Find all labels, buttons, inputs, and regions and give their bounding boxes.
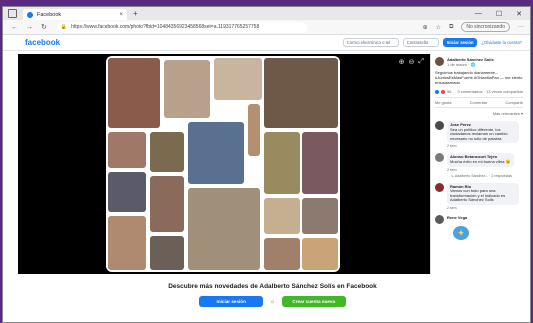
forgot-account-link[interactable]: ¿Olvidaste la cuenta? (481, 40, 522, 45)
address-bar-row: ← → ↻ 🔒 https://www.facebook.com/photo?f… (3, 20, 530, 35)
comment-meta: 2 sem (447, 205, 457, 210)
avatar[interactable] (435, 153, 444, 163)
create-account-button[interactable]: Crear cuenta nueva (281, 296, 346, 307)
collage-photo (108, 172, 146, 212)
tab-actions-icon[interactable] (8, 9, 17, 18)
back-icon[interactable]: ← (11, 24, 18, 31)
post-sidebar: Adalberto Sánchez Solís 1 de marzo · 🌐 S… (430, 54, 527, 274)
favorite-icon[interactable]: ☆ (436, 24, 441, 31)
collage-photo (108, 216, 146, 270)
maximize-button[interactable]: ☐ (496, 10, 502, 18)
new-tab-button[interactable]: + (133, 9, 138, 18)
comment-button[interactable]: Comentar (470, 100, 488, 105)
avatar[interactable] (435, 214, 444, 224)
facebook-header: facebook Correo electrónico o tel Contra… (3, 35, 530, 51)
comment: Jose Perez Sea un político diferente, los… (435, 121, 523, 144)
url-field[interactable]: 🔒 https://www.facebook.com/photo?fbid=10… (56, 21, 307, 33)
avatar[interactable] (435, 57, 444, 66)
password-field[interactable]: Contraseña (402, 38, 439, 47)
post-actions: Me gusta Comentar Compartir (435, 97, 523, 108)
comment: Rene Vega (435, 214, 523, 224)
commenter-name[interactable]: Rene Vega (447, 215, 467, 224)
login-button[interactable]: Iniciar sesión (442, 38, 478, 47)
photo-collage (106, 56, 340, 272)
comment-text: Mucha éxito en mi buena vibra 😉 (450, 158, 511, 164)
comment-text: Vamos con todo para una transformación y… (450, 188, 506, 203)
browser-toolbar-right: ⊕ ☆ ⧉ No sincronizando ··· (423, 22, 530, 32)
photo-tools: ⊕ ⊖ ⤢ (399, 58, 424, 66)
banner-buttons: Iniciar sesión o Crear cuenta nueva (18, 296, 527, 307)
collage-photo (302, 238, 338, 270)
collage-photo (108, 58, 160, 128)
tab-title: Facebook (37, 11, 62, 18)
collage-photo (264, 238, 300, 270)
zoom-in-icon[interactable]: ⊕ (399, 58, 405, 66)
sticker-image: ✦ (453, 225, 469, 240)
minimize-button[interactable]: — (475, 10, 482, 18)
sync-status-button[interactable]: No sincronizando (461, 22, 510, 32)
like-reaction-icon (435, 89, 439, 94)
comment: Ramón Rio Vamos con todo para una transfo… (435, 182, 523, 205)
zoom-out-icon[interactable]: ⊖ (409, 58, 415, 66)
zoom-icon[interactable]: ⊕ (423, 24, 428, 31)
banner-login-button[interactable]: Iniciar sesión (199, 296, 264, 307)
share-button[interactable]: Compartir (505, 100, 523, 105)
or-separator: o (271, 299, 274, 304)
comment-meta: 2 sem (447, 167, 457, 172)
comment-bubble: Ramón Rio Vamos con todo para una transfo… (447, 182, 519, 205)
comment-bubble: Jose Perez Sea un político diferente, los… (447, 121, 519, 144)
post-header: Adalberto Sánchez Solís 1 de marzo · 🌐 (435, 57, 523, 67)
refresh-icon[interactable]: ↻ (41, 23, 47, 31)
close-window-button[interactable]: ✕ (516, 10, 522, 18)
collage-photo (248, 104, 260, 156)
reactions-bar[interactable]: 56 9 comentarios · 13 veces compartido (435, 89, 523, 94)
collage-photo (150, 176, 184, 232)
facebook-favicon-icon (27, 11, 33, 18)
email-field[interactable]: Correo electrónico o tel (342, 38, 399, 47)
post-stats[interactable]: 9 comentarios · 13 veces compartido (457, 89, 523, 94)
lock-icon: 🔒 (60, 24, 68, 30)
view-replies-link[interactable]: ↳ Adalberto Sánchez... · 2 respuestas (451, 174, 523, 178)
collage-photo (264, 58, 338, 128)
collage-photo (150, 132, 184, 172)
avatar[interactable] (435, 182, 444, 192)
tab-facebook[interactable]: Facebook × (23, 9, 127, 20)
like-button[interactable]: Me gusta (435, 100, 451, 105)
collage-photo (188, 122, 244, 184)
avatar[interactable] (435, 121, 444, 130)
reactions-count: 56 (447, 89, 452, 94)
fullscreen-icon[interactable]: ⤢ (418, 58, 424, 66)
forward-icon[interactable]: → (26, 24, 33, 31)
tab-close-icon[interactable]: × (119, 12, 123, 18)
collage-photo (264, 198, 300, 234)
collage-photo (164, 60, 210, 118)
window-controls: — ☐ ✕ (475, 10, 530, 18)
post-text: Seguimos trabajando diariamente... #Junt… (435, 70, 523, 85)
comment-sort[interactable]: Más relevantes ▾ (435, 111, 523, 116)
post-time[interactable]: 1 de marzo · 🌐 (447, 62, 494, 67)
comment-meta: 2 sem (447, 144, 457, 149)
collections-icon[interactable]: ⧉ (449, 24, 453, 31)
collage-photo (214, 58, 262, 100)
love-reaction-icon (441, 89, 445, 94)
collage-photo (264, 132, 300, 194)
comment-bubble: Alonso Betancourt Tejeo Mucha éxito en mi… (447, 153, 514, 167)
comment-text: Sea un político diferente, los ciudadano… (450, 126, 508, 141)
tab-bar: Facebook × + — ☐ ✕ (3, 7, 530, 20)
collage-photo (108, 132, 146, 168)
photo-viewer[interactable]: ⊕ ⊖ ⤢ (18, 54, 430, 274)
banner-title: Descubre más novedades de Adalberto Sánc… (168, 283, 377, 290)
collage-photo (302, 132, 338, 194)
url-text: https://www.facebook.com/photo?fbid=1048… (71, 24, 260, 30)
collage-photo (302, 198, 338, 234)
comment: Alonso Betancourt Tejeo Mucha éxito en mi… (435, 153, 523, 167)
facebook-logo[interactable]: facebook (25, 38, 60, 47)
collage-photo (150, 236, 184, 270)
signup-banner: Descubre más novedades de Adalberto Sánc… (18, 274, 527, 314)
login-form: Correo electrónico o tel Contraseña Inic… (342, 38, 530, 47)
collage-photo (188, 188, 260, 270)
more-menu-icon[interactable]: ··· (518, 24, 524, 30)
